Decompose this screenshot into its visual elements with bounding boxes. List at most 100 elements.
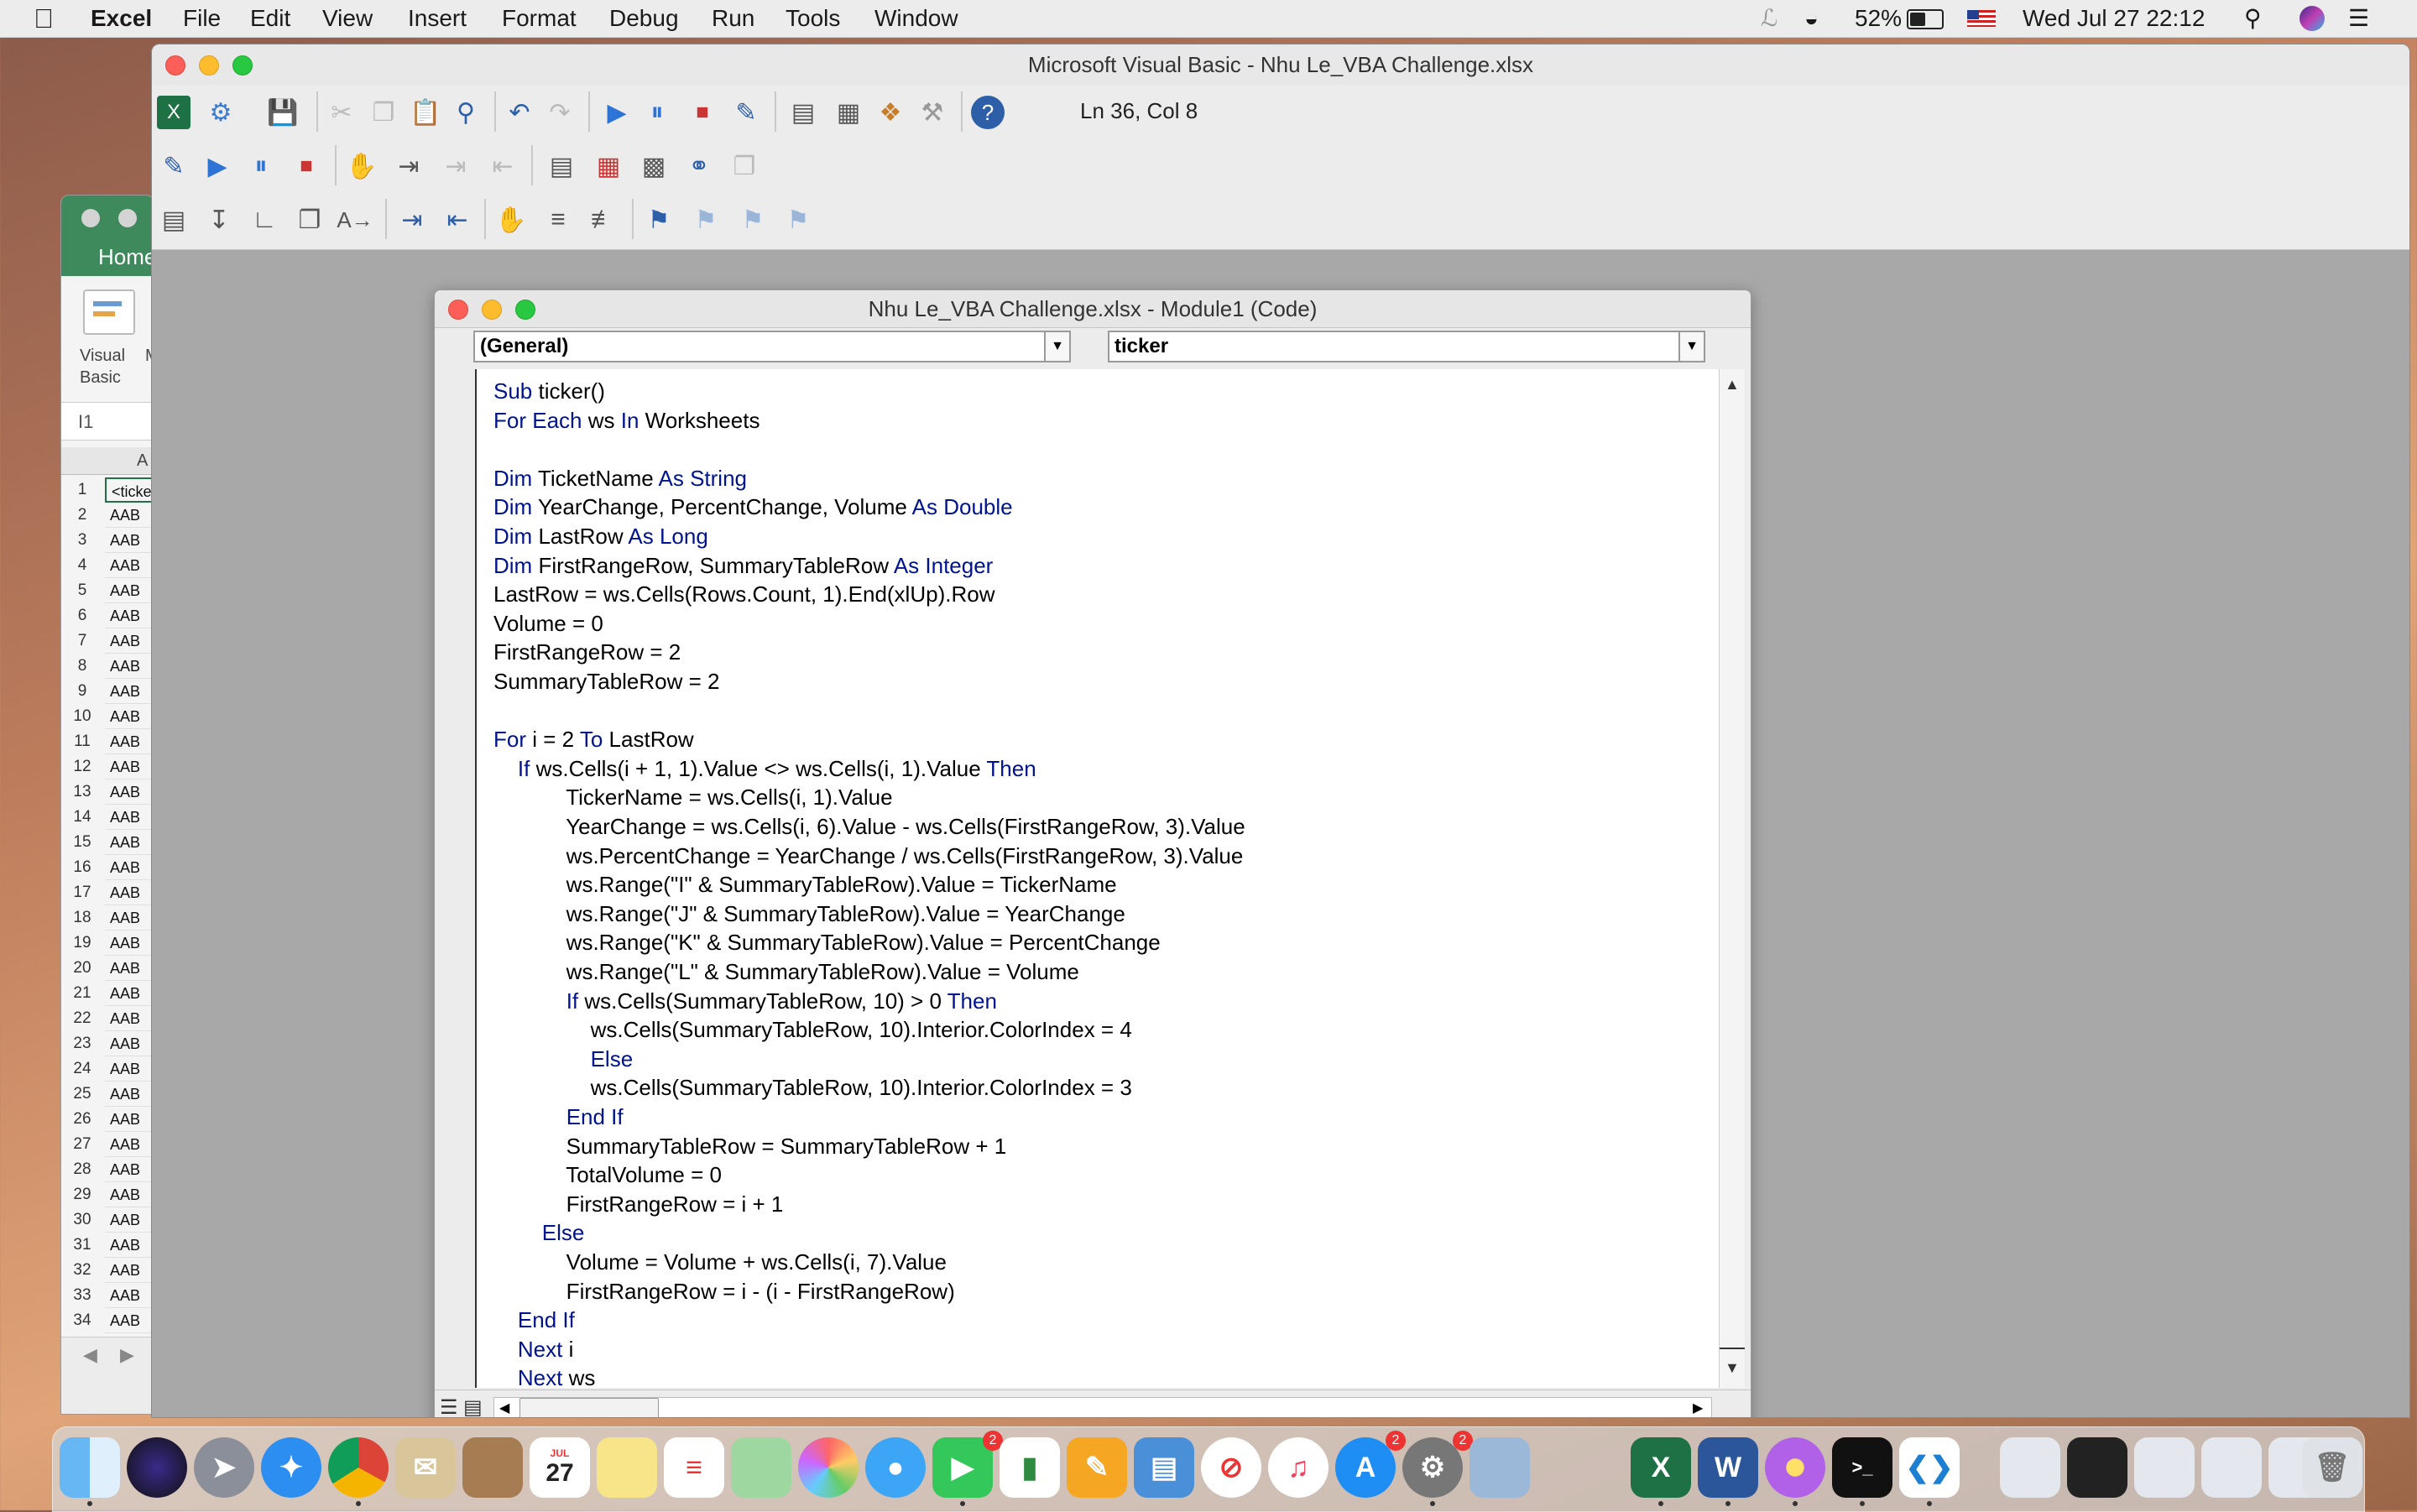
procedure-combo[interactable]: ticker ▼ xyxy=(1108,331,1705,362)
menu-tools[interactable]: Tools xyxy=(786,0,840,37)
menu-run[interactable]: Run xyxy=(712,0,754,37)
bluetooth-icon[interactable]: ℒ xyxy=(1761,0,1778,37)
list-constants-icon[interactable]: ↧ xyxy=(202,203,236,237)
maps-icon[interactable] xyxy=(731,1437,791,1498)
sheet-cell[interactable]: AAB xyxy=(105,880,154,905)
name-box[interactable]: I1 xyxy=(61,402,154,441)
code-editor[interactable]: Sub ticker() For Each ws In Worksheets Dim… xyxy=(475,369,1719,1417)
sheet-cell[interactable]: AAB xyxy=(105,1157,154,1182)
row-number[interactable]: 16 xyxy=(61,855,103,880)
code-line[interactable]: ws.Range("L" & SummaryTableRow).Value = … xyxy=(493,958,1079,985)
vscode-icon[interactable]: ❮❯ xyxy=(1899,1437,1960,1498)
code-line[interactable]: FirstRangeRow = i - (i - FirstRangeRow) xyxy=(493,1278,955,1305)
clear-bookmarks-icon[interactable]: ⚑ xyxy=(781,203,815,237)
calendar-icon[interactable]: JUL 27 xyxy=(530,1437,590,1498)
row-number[interactable]: 12 xyxy=(61,754,103,779)
horizontal-scroll-thumb[interactable] xyxy=(519,1398,659,1417)
siri-icon[interactable] xyxy=(127,1437,187,1498)
sheet-cell[interactable]: AAB xyxy=(105,1082,154,1107)
row-number[interactable]: 28 xyxy=(61,1157,103,1182)
app-menu[interactable]: Excel xyxy=(91,0,152,37)
watch-window-icon[interactable]: ▩ xyxy=(637,149,671,183)
debug-reset-icon[interactable]: ⏹ xyxy=(290,149,323,183)
code-line[interactable]: Dim YearChange, PercentChange, Volume As… xyxy=(493,493,1013,520)
sheet-cell[interactable]: AAB xyxy=(105,729,154,754)
comment-block-icon[interactable]: ≡ xyxy=(541,203,575,237)
properties-icon[interactable]: ▦ xyxy=(832,96,865,129)
next-sheet-icon[interactable]: ▶ xyxy=(120,1344,134,1366)
code-line[interactable]: End If xyxy=(493,1103,624,1130)
photos-icon[interactable] xyxy=(798,1437,859,1498)
row-number[interactable]: 6 xyxy=(61,603,103,628)
code-line[interactable]: Dim TicketName As String xyxy=(493,465,747,492)
step-into-icon[interactable]: ⇥ xyxy=(392,149,425,183)
row-number[interactable]: 26 xyxy=(61,1107,103,1132)
toggle-bookmark-icon[interactable]: ⚑ xyxy=(642,203,676,237)
row-number[interactable]: 13 xyxy=(61,779,103,805)
code-line[interactable]: TotalVolume = 0 xyxy=(493,1161,722,1188)
visual-basic-label-2[interactable]: Basic xyxy=(80,368,121,388)
excel-icon[interactable]: X xyxy=(1631,1437,1691,1498)
sheet-cell[interactable]: AAB xyxy=(105,1132,154,1157)
procedure-combo-arrow-icon[interactable]: ▼ xyxy=(1678,332,1704,361)
save-icon[interactable]: 💾 xyxy=(266,96,300,129)
row-number[interactable]: 22 xyxy=(61,1006,103,1031)
undo-icon[interactable]: ↶ xyxy=(503,96,536,129)
visual-basic-icon[interactable] xyxy=(83,289,135,335)
sheet-cell[interactable]: AAB xyxy=(105,528,154,553)
sheet-cell[interactable]: AAB xyxy=(105,779,154,805)
code-line[interactable]: ws.Cells(SummaryTableRow, 10).Interior.C… xyxy=(493,1074,1132,1101)
cut-icon[interactable]: ✂ xyxy=(325,96,358,129)
menu-file[interactable]: File xyxy=(183,0,221,37)
code-line[interactable]: End If xyxy=(493,1306,575,1333)
row-number[interactable]: 14 xyxy=(61,805,103,830)
horizontal-scrollbar[interactable]: ◀ ▶ xyxy=(493,1397,1712,1417)
notes-icon[interactable] xyxy=(597,1437,657,1498)
parameter-info-icon[interactable]: ❐ xyxy=(293,203,326,237)
row-number[interactable]: 3 xyxy=(61,528,103,553)
code-line[interactable]: SummaryTableRow = SummaryTableRow + 1 xyxy=(493,1133,1007,1160)
row-number[interactable]: 8 xyxy=(61,654,103,679)
news-icon[interactable]: ⊘ xyxy=(1201,1437,1261,1498)
menu-debug[interactable]: Debug xyxy=(609,0,679,37)
minimized-window-2-icon[interactable] xyxy=(2067,1437,2127,1498)
word-icon[interactable]: W xyxy=(1698,1437,1758,1498)
uncomment-block-icon[interactable]: ≢ xyxy=(587,203,620,237)
row-number[interactable]: 29 xyxy=(61,1182,103,1207)
edit-toggle-breakpoint-icon[interactable]: ✋ xyxy=(494,203,528,237)
sheet-cell[interactable]: AAB xyxy=(105,603,154,628)
row-number[interactable]: 5 xyxy=(61,578,103,603)
messages-icon[interactable]: ● xyxy=(865,1437,926,1498)
complete-word-icon[interactable]: A→ xyxy=(337,203,373,237)
code-line[interactable]: Else xyxy=(493,1045,634,1072)
contacts-icon[interactable] xyxy=(462,1437,523,1498)
row-number[interactable]: 24 xyxy=(61,1056,103,1082)
debug-design-mode-icon[interactable]: ✎ xyxy=(157,149,191,183)
preview-icon[interactable] xyxy=(1470,1437,1530,1498)
prev-sheet-icon[interactable]: ◀ xyxy=(83,1344,97,1366)
wifi-icon[interactable]: ◒ xyxy=(1804,0,1819,37)
scroll-left-icon[interactable]: ◀ xyxy=(499,1400,509,1416)
sheet-cell[interactable]: AAB xyxy=(105,1283,154,1308)
row-number[interactable]: 10 xyxy=(61,704,103,729)
sheet-cell[interactable]: AAB xyxy=(105,654,154,679)
immediate-window-icon[interactable]: ▦ xyxy=(592,149,625,183)
menu-format[interactable]: Format xyxy=(502,0,577,37)
menu-edit[interactable]: Edit xyxy=(250,0,290,37)
code-line[interactable]: ws.Cells(SummaryTableRow, 10).Interior.C… xyxy=(493,1016,1132,1043)
code-line[interactable]: If ws.Cells(i + 1, 1).Value <> ws.Cells(… xyxy=(493,755,1036,782)
excel-close-button[interactable] xyxy=(81,209,100,227)
terminal-icon[interactable]: >_ xyxy=(1832,1437,1892,1498)
sheet-cell[interactable]: AAB xyxy=(105,931,154,956)
code-line[interactable]: Volume = 0 xyxy=(493,610,603,637)
code-line[interactable]: For Each ws In Worksheets xyxy=(493,407,760,434)
code-line[interactable]: Else xyxy=(493,1219,585,1246)
battery-icon[interactable] xyxy=(1907,9,1944,29)
apple-menu-icon[interactable]:  xyxy=(34,0,54,37)
minimized-window-1-icon[interactable] xyxy=(2000,1437,2060,1498)
sheet-cell[interactable]: AAB xyxy=(105,1006,154,1031)
code-line[interactable]: Dim FirstRangeRow, SummaryTableRow As In… xyxy=(493,552,993,579)
object-combo-arrow-icon[interactable]: ▼ xyxy=(1044,332,1069,361)
pages-icon[interactable]: ✎ xyxy=(1067,1437,1127,1498)
call-stack-icon[interactable]: ❐ xyxy=(728,149,761,183)
